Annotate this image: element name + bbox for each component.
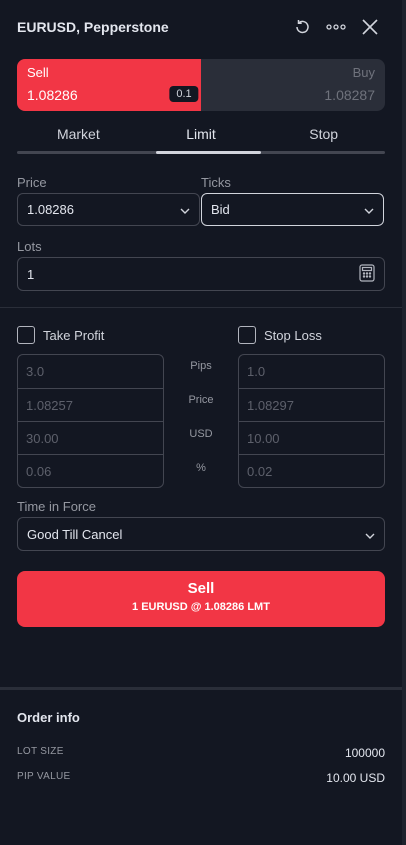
stop-loss-checkbox[interactable] <box>238 326 256 344</box>
row-label-pips: Pips <box>190 360 212 372</box>
tab-limit[interactable]: Limit <box>140 126 263 148</box>
buy-label: Buy <box>352 65 375 80</box>
reset-icon[interactable] <box>290 15 314 39</box>
close-icon[interactable] <box>358 15 382 39</box>
order-info-divider <box>0 687 402 690</box>
symbol-title: EURUSD, Pepperstone <box>17 19 169 35</box>
sell-price: 1.08286 <box>27 87 78 103</box>
ticks-label: Ticks <box>201 175 231 190</box>
lots-value: 1 <box>27 266 35 282</box>
lot-size-value: 100000 <box>344 746 385 760</box>
sl-percent-input[interactable]: 0.02 <box>239 454 384 487</box>
price-label: Price <box>17 175 47 190</box>
tp-usd-input[interactable]: 30.00 <box>18 421 163 454</box>
sell-label: Sell <box>27 65 49 80</box>
tp-percent-input[interactable]: 0.06 <box>18 454 163 487</box>
time-in-force-select[interactable]: Good Till Cancel <box>17 517 385 551</box>
buy-price: 1.08287 <box>324 87 375 103</box>
more-icon[interactable] <box>324 15 348 39</box>
spread-badge: 0.1 <box>169 86 199 102</box>
tab-market[interactable]: Market <box>17 126 140 148</box>
stop-loss-label: Stop Loss <box>264 327 322 343</box>
submit-sub-label: 1 EURUSD @ 1.08286 LMT <box>132 601 270 613</box>
stop-loss-toggle[interactable]: Stop Loss <box>238 326 322 344</box>
section-divider <box>0 307 402 308</box>
row-label-price: Price <box>188 394 214 406</box>
order-type-tabs: Market Limit Stop <box>17 126 385 148</box>
lots-input[interactable]: 1 <box>17 257 385 291</box>
chevron-down-icon <box>365 527 375 542</box>
time-in-force-value: Good Till Cancel <box>27 526 123 542</box>
sell-side-button[interactable]: Sell 1.08286 <box>17 59 201 111</box>
pip-value-row: PIP VALUE 10.00 USD <box>17 771 385 785</box>
order-panel: EURUSD, Pepperstone Sell 1.08286 Buy 1.0… <box>0 0 402 845</box>
tp-price-input[interactable]: 1.08257 <box>18 388 163 421</box>
submit-sell-button[interactable]: Sell 1 EURUSD @ 1.08286 LMT <box>17 571 385 627</box>
order-info-title: Order info <box>17 710 80 725</box>
tab-stop[interactable]: Stop <box>262 126 385 148</box>
take-profit-label: Take Profit <box>43 327 105 343</box>
price-input[interactable]: 1.08286 <box>17 193 200 226</box>
tab-active-indicator <box>156 151 261 154</box>
chevron-down-icon <box>364 202 374 217</box>
stop-loss-fields: 1.0 1.08297 10.00 0.02 <box>238 354 385 488</box>
sl-pips-input[interactable]: 1.0 <box>239 355 384 388</box>
ticks-value: Bid <box>211 202 230 217</box>
sl-price-input[interactable]: 1.08297 <box>239 388 384 421</box>
ticks-select[interactable]: Bid <box>201 193 384 226</box>
lot-size-row: LOT SIZE 100000 <box>17 746 385 760</box>
row-label-usd: USD <box>189 428 213 440</box>
pip-value-value: 10.00 USD <box>326 771 385 785</box>
panel-edge <box>402 0 406 845</box>
calculator-icon[interactable] <box>359 263 375 285</box>
sl-usd-input[interactable]: 10.00 <box>239 421 384 454</box>
time-in-force-label: Time in Force <box>17 499 96 514</box>
panel-header: EURUSD, Pepperstone <box>17 14 382 40</box>
buy-side-button[interactable]: Buy 1.08287 <box>201 59 385 111</box>
tp-pips-input[interactable]: 3.0 <box>18 355 163 388</box>
sell-buy-switch: Sell 1.08286 Buy 1.08287 <box>17 59 385 111</box>
pip-value-key: PIP VALUE <box>17 771 71 782</box>
price-value: 1.08286 <box>27 202 74 217</box>
lots-label: Lots <box>17 239 42 254</box>
take-profit-checkbox[interactable] <box>17 326 35 344</box>
chevron-down-icon[interactable] <box>180 202 190 217</box>
row-label-percent: % <box>196 462 206 474</box>
lot-size-key: LOT SIZE <box>17 746 64 757</box>
take-profit-toggle[interactable]: Take Profit <box>17 326 104 344</box>
submit-main-label: Sell <box>187 580 215 597</box>
take-profit-fields: 3.0 1.08257 30.00 0.06 <box>17 354 164 488</box>
